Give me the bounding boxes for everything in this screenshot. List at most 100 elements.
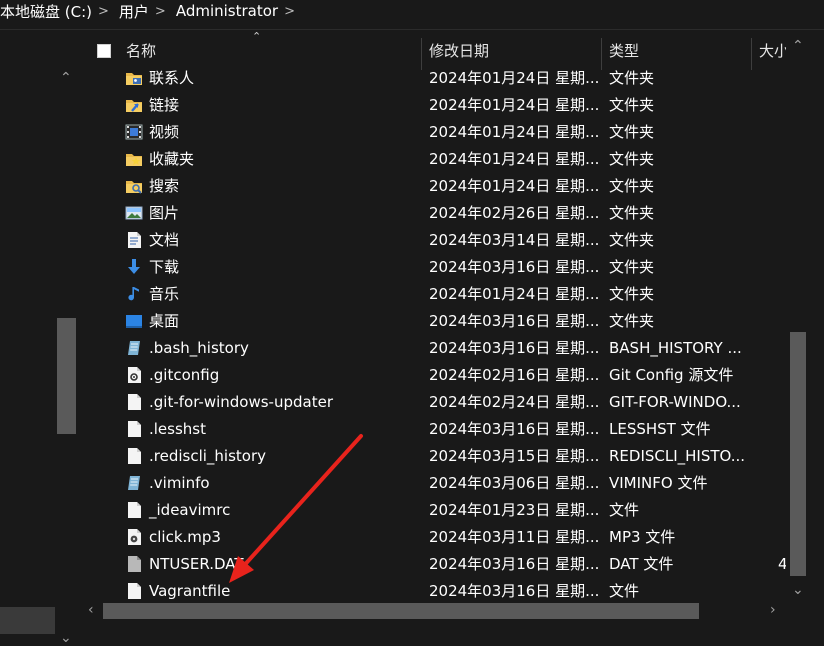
config-file-icon <box>128 367 141 383</box>
file-row[interactable]: 收藏夹 2024年01月24日 星期... 文件夹 <box>92 146 786 173</box>
file-name: .git-for-windows-updater <box>149 393 333 411</box>
file-type: 文件夹 <box>609 150 655 168</box>
file-modified-date: 2024年03月16日 星期... <box>429 258 600 276</box>
vertical-scrollbar-thumb[interactable] <box>790 332 806 576</box>
file-name: 图片 <box>149 204 180 222</box>
file-name: 联系人 <box>149 69 195 87</box>
file-row[interactable]: 视频 2024年01月24日 星期... 文件夹 <box>92 119 786 146</box>
file-name: .gitconfig <box>149 366 220 384</box>
file-modified-date: 2024年01月24日 星期... <box>429 96 600 114</box>
file-name: 文档 <box>149 231 180 249</box>
scroll-down-arrow-icon[interactable]: ⌄ <box>60 630 72 646</box>
breadcrumb-item-administrator[interactable]: Administrator <box>176 2 278 20</box>
file-name: 视频 <box>149 123 180 141</box>
file-type: 文件 <box>609 501 640 519</box>
file-modified-date: 2024年03月06日 星期... <box>429 474 600 492</box>
file-type: 文件夹 <box>609 123 655 141</box>
file-name: .rediscli_history <box>149 447 267 465</box>
file-modified-date: 2024年03月16日 星期... <box>429 555 600 573</box>
file-type: 文件夹 <box>609 96 655 114</box>
blank-file-icon <box>128 421 141 437</box>
file-name: .bash_history <box>149 339 249 357</box>
file-row[interactable]: .git-for-windows-updater 2024年02月24日 星期..… <box>92 389 786 416</box>
vertical-scrollbar[interactable]: ⌃ ⌄ <box>786 30 810 605</box>
file-modified-date: 2024年02月24日 星期... <box>429 393 600 411</box>
file-row[interactable]: NTUSER.DAT 2024年03月16日 星期... DAT 文件 4 <box>92 551 786 578</box>
scroll-left-arrow-icon[interactable]: ‹ <box>88 602 94 618</box>
file-row[interactable]: .viminfo 2024年03月06日 星期... VIMINFO 文件 <box>92 470 786 497</box>
file-type: MP3 文件 <box>609 528 676 546</box>
file-row[interactable]: .bash_history 2024年03月16日 星期... BASH_HISTO… <box>92 335 786 362</box>
file-row[interactable]: .gitconfig 2024年02月16日 星期... Git Config 源文… <box>92 362 786 389</box>
file-modified-date: 2024年03月16日 星期... <box>429 420 600 438</box>
file-type: 文件夹 <box>609 69 655 87</box>
file-type: 文件夹 <box>609 231 655 249</box>
file-modified-date: 2024年01月24日 星期... <box>429 123 600 141</box>
links-folder-icon <box>126 100 142 112</box>
file-modified-date: 2024年03月16日 星期... <box>429 339 600 357</box>
videos-folder-icon <box>125 124 143 140</box>
nav-scrollbar-thumb[interactable] <box>57 318 76 434</box>
file-modified-date: 2024年02月16日 星期... <box>429 366 600 384</box>
column-header-date[interactable]: 修改日期 <box>429 36 489 66</box>
file-row[interactable]: 桌面 2024年03月16日 星期... 文件夹 <box>92 308 786 335</box>
column-header-type[interactable]: 类型 <box>609 36 639 66</box>
file-modified-date: 2024年03月14日 星期... <box>429 231 600 249</box>
horizontal-scrollbar-thumb[interactable] <box>103 603 699 619</box>
file-row[interactable]: .lesshst 2024年03月16日 星期... LESSHST 文件 <box>92 416 786 443</box>
nav-selected-item[interactable] <box>0 607 55 634</box>
file-type: Git Config 源文件 <box>609 366 734 384</box>
file-modified-date: 2024年01月24日 星期... <box>429 150 600 168</box>
file-name: _ideavimrc <box>149 501 231 519</box>
column-header-row: ⌃ 名称 修改日期 类型 大小 <box>92 30 786 70</box>
chevron-right-icon[interactable]: > <box>155 4 166 19</box>
file-name: 搜索 <box>149 177 180 195</box>
file-row[interactable]: 文档 2024年03月14日 星期... 文件夹 <box>92 227 786 254</box>
documents-folder-icon <box>128 232 141 248</box>
pane-divider[interactable] <box>80 30 92 610</box>
scroll-right-arrow-icon[interactable]: › <box>770 602 776 618</box>
breadcrumb-item-drive[interactable]: 本地磁盘 (C:) <box>0 1 92 22</box>
chevron-right-icon[interactable]: > <box>284 4 295 19</box>
file-name: 收藏夹 <box>149 150 195 168</box>
column-header-size[interactable]: 大小 <box>759 36 786 66</box>
navigation-pane[interactable]: ⌃ ⌄ <box>0 30 80 646</box>
column-header-name[interactable]: 名称 <box>126 36 156 66</box>
sort-ascending-icon: ⌃ <box>252 30 262 43</box>
file-name: .viminfo <box>149 474 210 492</box>
file-row[interactable]: 联系人 2024年01月24日 星期... 文件夹 <box>92 65 786 92</box>
file-modified-date: 2024年02月26日 星期... <box>429 204 600 222</box>
file-rows: 联系人 2024年01月24日 星期... 文件夹 链接 2024年01月24日 星期.… <box>92 65 786 605</box>
favorites-folder-icon <box>126 154 142 166</box>
file-row[interactable]: 下载 2024年03月16日 星期... 文件夹 <box>92 254 786 281</box>
file-row[interactable]: _ideavimrc 2024年01月23日 星期... 文件 <box>92 497 786 524</box>
file-modified-date: 2024年01月24日 星期... <box>429 69 600 87</box>
file-row[interactable]: .rediscli_history 2024年03月15日 星期... REDISC… <box>92 443 786 470</box>
file-modified-date: 2024年01月24日 星期... <box>429 285 600 303</box>
file-type: REDISCLI_HISTO... <box>609 447 746 465</box>
scroll-down-arrow-icon[interactable]: ⌄ <box>792 582 804 598</box>
audio-file-icon <box>128 529 141 545</box>
chevron-right-icon[interactable]: > <box>98 4 109 19</box>
file-name: 链接 <box>149 96 180 114</box>
system-file-icon <box>128 556 141 572</box>
scroll-up-arrow-icon[interactable]: ⌃ <box>792 38 804 54</box>
breadcrumb-item-users[interactable]: 用户 <box>119 1 149 22</box>
file-row[interactable]: 链接 2024年01月24日 星期... 文件夹 <box>92 92 786 119</box>
file-list[interactable]: ⌃ 名称 修改日期 类型 大小 联系人 2024年01月24日 星期... 文件夹链… <box>92 30 786 605</box>
file-type: 文件夹 <box>609 258 655 276</box>
scroll-up-arrow-icon[interactable]: ⌃ <box>60 70 72 86</box>
file-type: GIT-FOR-WINDO... <box>609 393 741 411</box>
notepad-file-icon <box>128 476 140 490</box>
file-name: click.mp3 <box>149 528 221 546</box>
horizontal-scrollbar[interactable]: ‹ › <box>80 600 786 624</box>
select-all-checkbox[interactable] <box>97 44 111 58</box>
file-row[interactable]: click.mp3 2024年03月11日 星期... MP3 文件 <box>92 524 786 551</box>
file-type: LESSHST 文件 <box>609 420 711 438</box>
file-modified-date: 2024年03月15日 星期... <box>429 447 600 465</box>
file-row[interactable]: 音乐 2024年01月24日 星期... 文件夹 <box>92 281 786 308</box>
file-type: BASH_HISTORY ... <box>609 339 742 357</box>
file-row[interactable]: 搜索 2024年01月24日 星期... 文件夹 <box>92 173 786 200</box>
file-row[interactable]: 图片 2024年02月26日 星期... 文件夹 <box>92 200 786 227</box>
file-name: 下载 <box>149 258 180 276</box>
